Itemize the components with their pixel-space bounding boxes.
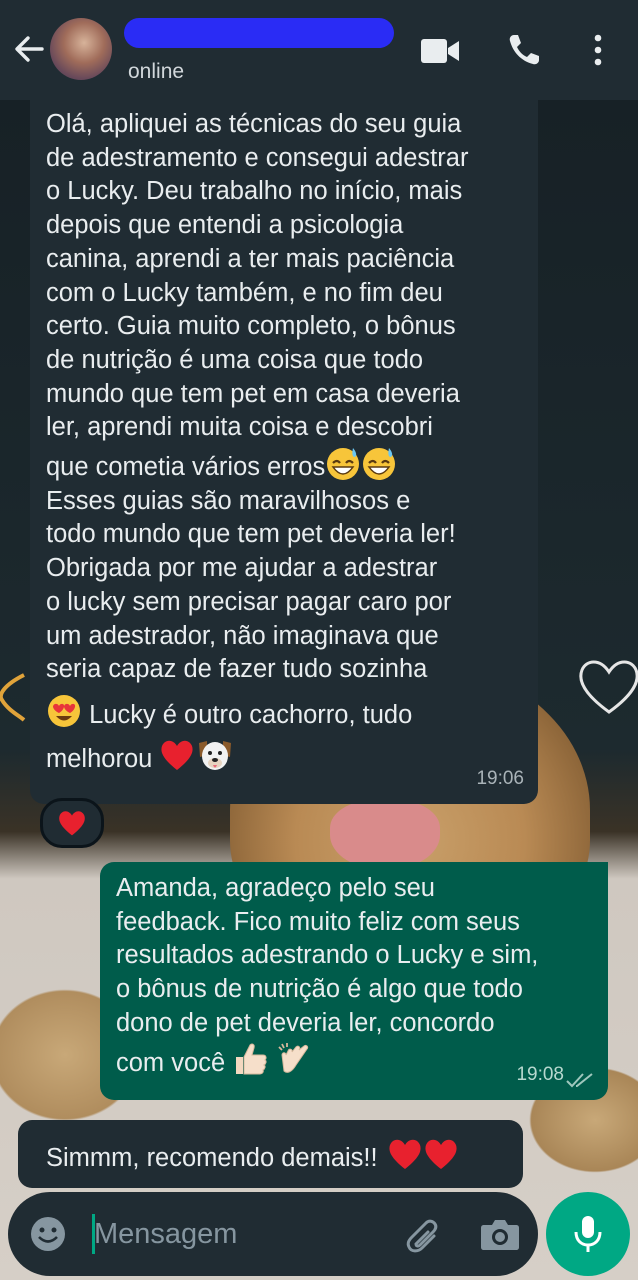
message-time: 19:06: [476, 768, 524, 790]
more-options-icon[interactable]: [592, 34, 604, 66]
camera-icon[interactable]: [480, 1216, 520, 1252]
back-arrow-icon[interactable]: [12, 32, 46, 66]
read-receipt-icon: [566, 1073, 593, 1088]
message-text: com você: [116, 1048, 233, 1077]
voice-message-button[interactable]: [546, 1192, 630, 1276]
heart-eyes-emoji-icon: [46, 693, 82, 729]
contact-name-redacted[interactable]: [124, 18, 394, 48]
attachment-icon[interactable]: [404, 1216, 444, 1256]
message-time: 19:08: [516, 1064, 564, 1086]
thumbs-up-emoji-icon: [232, 1041, 268, 1077]
microphone-icon: [574, 1216, 602, 1252]
contact-avatar[interactable]: [50, 18, 112, 80]
clapping-hands-emoji-icon: [276, 1041, 312, 1077]
chat-header: online: [0, 0, 638, 100]
red-heart-emoji-icon: [159, 737, 195, 773]
sweat-smile-emoji-icon: [361, 445, 397, 481]
wallpaper-heart-left-icon: [0, 673, 26, 722]
video-call-icon[interactable]: [420, 36, 460, 66]
message-text: Lucky é outro cachorro, tudo: [82, 700, 413, 729]
message-text: Olá, apliquei as técnicas do seu guia de…: [46, 110, 469, 482]
emoji-icon[interactable]: [28, 1214, 68, 1254]
red-heart-emoji-icon: [385, 1136, 421, 1172]
message-text: Amanda, agradeço pelo seu feedback. Fico…: [116, 874, 539, 1037]
dog-face-emoji-icon: [195, 737, 232, 773]
phone-icon[interactable]: [506, 32, 542, 68]
sweat-smile-emoji-icon: [325, 445, 361, 481]
wallpaper-dog-tongue: [330, 800, 440, 870]
message-text: Esses guias são maravilhosos e todo mund…: [46, 486, 456, 684]
red-heart-reaction-icon: [59, 811, 85, 836]
message-text: Simmm, recomendo demais!!: [46, 1144, 385, 1172]
message-input-bar: Mensagem: [8, 1192, 538, 1276]
message-bubble-incoming-1[interactable]: Olá, apliquei as técnicas do seu guia de…: [30, 100, 538, 804]
message-reaction[interactable]: [40, 798, 104, 848]
red-heart-emoji-icon: [421, 1136, 457, 1172]
message-bubble-incoming-2[interactable]: Simmm, recomendo demais!!: [18, 1120, 523, 1188]
message-bubble-outgoing[interactable]: Amanda, agradeço pelo seu feedback. Fico…: [100, 862, 608, 1100]
message-text: melhorou: [46, 744, 160, 773]
contact-status: online: [128, 60, 185, 83]
message-input[interactable]: Mensagem: [94, 1218, 237, 1251]
wallpaper-heart-icon: [579, 660, 638, 714]
